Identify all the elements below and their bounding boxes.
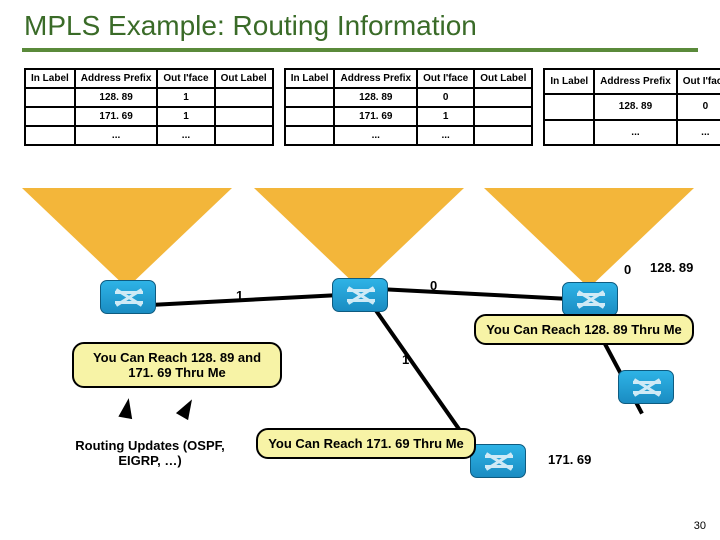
port-label: 1 <box>236 288 243 303</box>
hdr-in-label: In Label <box>544 69 594 94</box>
routing-updates-label: Routing Updates (OSPF, EIGRP, …) <box>60 438 240 468</box>
hdr-out-iface: Out I'face <box>417 69 474 88</box>
hdr-addr: Address Prefix <box>75 69 158 88</box>
table-row: In Label Address Prefix Out I'face Out L… <box>285 69 533 88</box>
network-label: 171. 69 <box>548 452 591 467</box>
router-icon <box>100 280 156 314</box>
table-center: In Label Address Prefix Out I'face Out L… <box>284 68 534 146</box>
routing-tables: In Label Address Prefix Out I'face Out L… <box>0 52 720 146</box>
hdr-in-label: In Label <box>285 69 335 88</box>
speech-bubble: You Can Reach 128. 89 Thru Me <box>474 314 694 345</box>
hdr-addr: Address Prefix <box>334 69 417 88</box>
network-label: 128. 89 <box>650 260 693 275</box>
table-row: 128. 890 <box>285 88 533 107</box>
table-left: In Label Address Prefix Out I'face Out L… <box>24 68 274 146</box>
port-label: 0 <box>624 262 631 277</box>
page-title: MPLS Example: Routing Information <box>0 0 720 42</box>
speech-bubble: You Can Reach 128. 89 and 171. 69 Thru M… <box>72 342 282 388</box>
wedge-left <box>22 188 232 288</box>
hdr-out-label: Out Label <box>474 69 532 88</box>
table-row: 171. 691 <box>25 107 273 126</box>
wedge-center <box>254 188 464 288</box>
table-row: ...... <box>25 126 273 145</box>
page-number: 30 <box>694 520 706 532</box>
table-right: In Label Address Prefix Out I'face Out L… <box>543 68 720 146</box>
hdr-out-iface: Out I'face <box>157 69 214 88</box>
table-row: 128. 891 <box>25 88 273 107</box>
table-row: 171. 691 <box>285 107 533 126</box>
arrow-icon <box>118 397 135 419</box>
router-icon <box>470 444 526 478</box>
hdr-addr: Address Prefix <box>594 69 677 94</box>
table-row: ...... <box>285 126 533 145</box>
link-left-center <box>150 293 340 307</box>
port-label: 0 <box>430 278 437 293</box>
router-icon <box>332 278 388 312</box>
arrow-icon <box>176 396 198 420</box>
hdr-out-label: Out Label <box>215 69 273 88</box>
table-row: In Label Address Prefix Out I'face Out L… <box>25 69 273 88</box>
link-center-right <box>380 287 570 301</box>
table-row: ...... <box>544 120 720 145</box>
speech-bubble: You Can Reach 171. 69 Thru Me <box>256 428 476 459</box>
hdr-out-iface: Out I'face <box>677 69 720 94</box>
router-icon <box>562 282 618 316</box>
port-label: 1 <box>402 352 409 367</box>
table-row: In Label Address Prefix Out I'face Out L… <box>544 69 720 94</box>
table-row: 128. 890 <box>544 94 720 119</box>
router-icon <box>618 370 674 404</box>
hdr-in-label: In Label <box>25 69 75 88</box>
